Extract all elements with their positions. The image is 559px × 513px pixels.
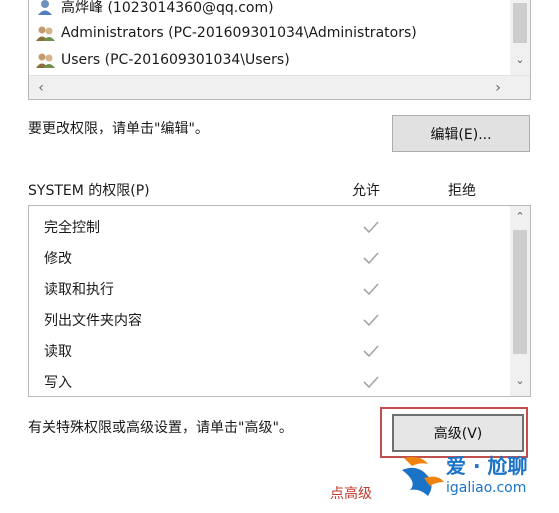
- permission-row: 列出文件夹内容: [44, 305, 142, 335]
- advanced-button[interactable]: 高级(V): [392, 414, 524, 452]
- advanced-hint-text: 有关特殊权限或高级设置，请单击"高级"。: [28, 420, 293, 436]
- scroll-left-icon[interactable]: ‹: [31, 80, 51, 96]
- permissions-header: SYSTEM 的权限(P): [28, 183, 150, 199]
- scroll-down-icon[interactable]: ⌄: [510, 374, 530, 387]
- allow-check-icon: [359, 243, 383, 273]
- allow-column-header: 允许: [352, 183, 380, 199]
- scroll-up-icon[interactable]: ⌃: [510, 210, 530, 223]
- scrollbar-thumb[interactable]: [513, 230, 527, 354]
- allow-check-icon: [359, 336, 383, 366]
- users-vertical-scrollbar[interactable]: ⌄: [510, 0, 530, 75]
- users-horizontal-scrollbar[interactable]: ‹ ›: [29, 75, 530, 99]
- edit-hint-text: 要更改权限，请单击"编辑"。: [28, 121, 209, 137]
- permission-label: 写入: [44, 375, 72, 391]
- deny-column-header: 拒绝: [448, 183, 476, 199]
- allow-check-icon: [359, 305, 383, 335]
- allow-check-icon: [359, 367, 383, 397]
- allow-check-icon: [359, 212, 383, 242]
- permission-label: 读取: [44, 344, 72, 360]
- permission-row: 读取和执行: [44, 274, 114, 304]
- edit-button[interactable]: 编辑(E)...: [392, 115, 530, 152]
- watermark-bird-icon: [402, 456, 444, 496]
- list-item-label: 高烨峰 (1023014360@qq.com): [61, 0, 274, 16]
- list-item-label: Administrators (PC-201609301034\Administ…: [61, 25, 417, 41]
- annotation-text: 点高级: [330, 486, 372, 502]
- permission-row: 读取: [44, 336, 72, 366]
- permissions-vertical-scrollbar[interactable]: ⌃ ⌄: [510, 206, 530, 396]
- scrollbar-thumb[interactable]: [513, 3, 527, 43]
- list-item[interactable]: 高烨峰 (1023014360@qq.com): [35, 0, 274, 21]
- permission-row: 修改: [44, 243, 72, 273]
- user-icon: [35, 0, 57, 16]
- watermark-title: 爱 · 尬聊: [446, 454, 528, 478]
- permission-row: 写入: [44, 367, 72, 397]
- scroll-right-icon[interactable]: ›: [488, 80, 508, 96]
- permission-row: 完全控制: [44, 212, 100, 242]
- permission-label: 修改: [44, 251, 72, 267]
- scroll-down-icon[interactable]: ⌄: [510, 53, 530, 66]
- allow-check-icon: [359, 274, 383, 304]
- permission-label: 完全控制: [44, 220, 100, 236]
- group-icon: [35, 24, 57, 42]
- list-item[interactable]: Users (PC-201609301034\Users): [35, 46, 290, 74]
- list-item-label: Users (PC-201609301034\Users): [61, 52, 290, 68]
- permission-label: 列出文件夹内容: [44, 313, 142, 329]
- group-icon: [35, 51, 57, 69]
- permission-label: 读取和执行: [44, 282, 114, 298]
- permissions-list[interactable]: 完全控制 修改 读取和执行 列出文件夹内容 读取 写入 ⌃ ⌄: [28, 205, 531, 397]
- users-list[interactable]: 高烨峰 (1023014360@qq.com) Administrators (…: [28, 0, 531, 100]
- watermark-logo: 爱 · 尬聊 igaliao.com: [398, 448, 556, 508]
- watermark-url: igaliao.com: [446, 480, 527, 496]
- list-item[interactable]: Administrators (PC-201609301034\Administ…: [35, 19, 417, 47]
